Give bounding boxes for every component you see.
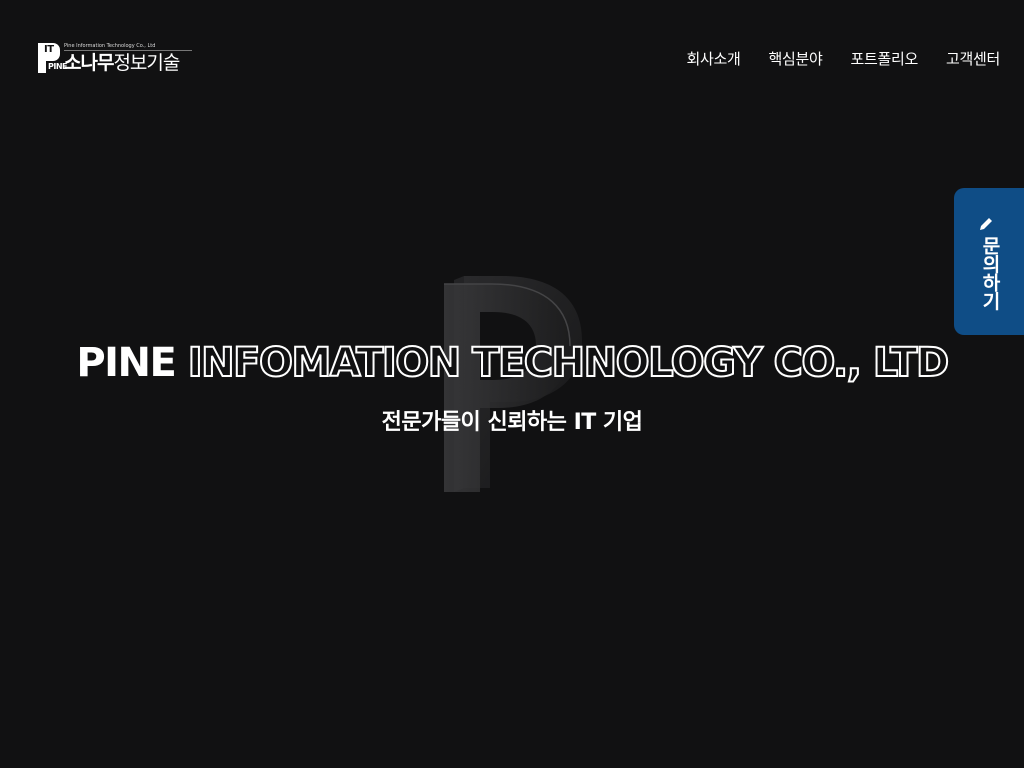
logo-company-ko-light: 정보기술: [113, 52, 180, 74]
company-logo[interactable]: IT PINE Pine Information Technology Co.,…: [38, 43, 198, 75]
inquiry-label: 문의하기: [979, 236, 1001, 310]
logo-mark-icon: IT PINE: [38, 43, 68, 73]
nav-item-company[interactable]: 회사소개: [686, 48, 740, 70]
page: IT PINE Pine Information Technology Co.,…: [0, 0, 1024, 768]
logo-text: Pine Information Technology Co., Ltd 소나무…: [64, 43, 192, 74]
pencil-icon: [980, 218, 992, 230]
hero-title-outline: INFOMATION TECHNOLOGY CO., LTD: [187, 339, 950, 387]
hero-title-solid: PINE: [76, 340, 177, 386]
logo-company-ko-bold: 소나무: [64, 52, 114, 74]
logo-company-ko: 소나무정보기술: [64, 52, 192, 74]
nav-item-portfolio[interactable]: 포트폴리오: [850, 48, 918, 70]
inquiry-button[interactable]: 문의하기: [954, 188, 1024, 335]
logo-company-en: Pine Information Technology Co., Ltd: [64, 43, 192, 51]
hero-title: PINE INFOMATION TECHNOLOGY CO., LTD: [0, 338, 1024, 388]
hero-subtitle: 전문가들이 신뢰하는 IT 기업: [381, 410, 643, 435]
logo-mark-it: IT: [44, 44, 54, 55]
main-nav: 회사소개 핵심분야 포트폴리오 고객센터: [686, 48, 1000, 70]
nav-item-core-fields[interactable]: 핵심분야: [768, 48, 822, 70]
logo-mark-pine: PINE: [48, 62, 68, 71]
nav-item-support[interactable]: 고객센터: [946, 48, 1000, 70]
